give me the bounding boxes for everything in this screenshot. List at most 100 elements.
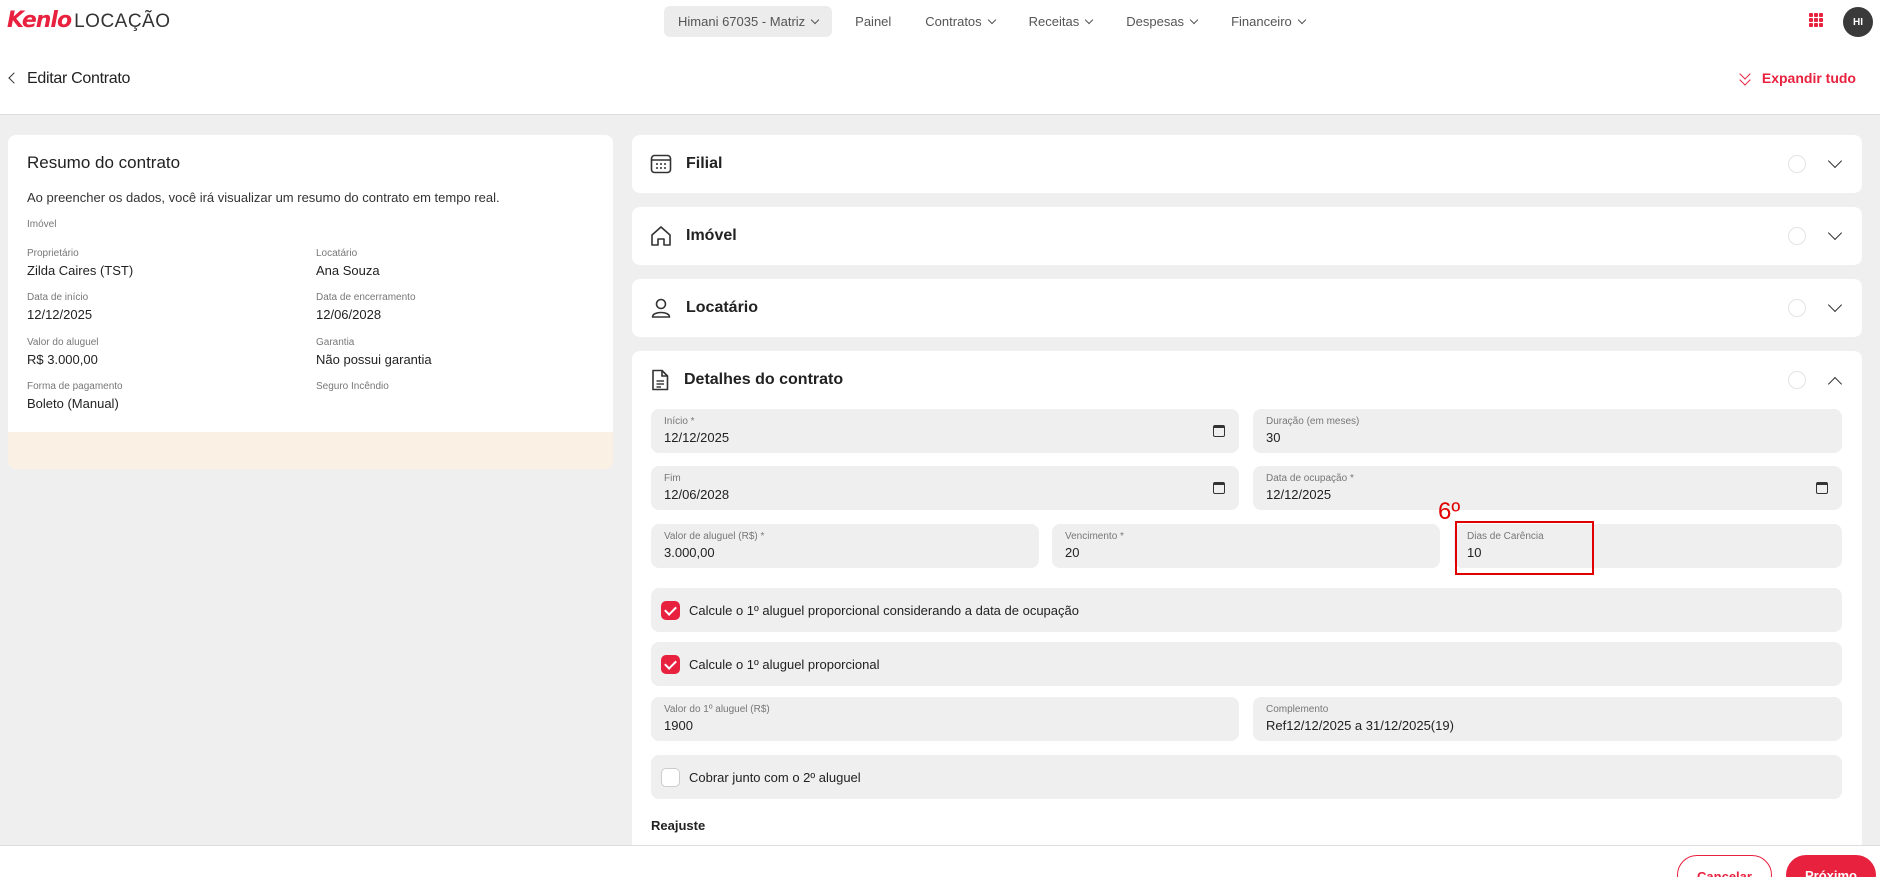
checkbox-checked[interactable]	[661, 654, 680, 674]
bottom-action-bar: Cancelar Próximo	[0, 845, 1880, 877]
annotation-highlight-box	[1455, 521, 1594, 575]
nav-label: Receitas	[1028, 14, 1080, 29]
field-value: Não possui garantia	[316, 352, 432, 367]
cancel-button[interactable]: Cancelar	[1677, 855, 1772, 877]
section-header: Imóvel	[650, 207, 737, 265]
field-label: Valor do aluguel	[27, 337, 99, 348]
field-label: Complemento	[1266, 704, 1329, 715]
field-label: Data de início	[27, 292, 89, 303]
due-day-field[interactable]: Vencimento * 20	[1052, 524, 1440, 568]
contract-summary-card: Resumo do contrato Ao preencher os dados…	[8, 135, 613, 469]
field-value: 12/06/2028	[316, 307, 382, 322]
field-label: Garantia	[316, 337, 355, 348]
expand-all-button[interactable]: Expandir tudo	[1738, 68, 1856, 86]
prorate-occupation-checkbox-row[interactable]: Calcule o 1º aluguel proporcional consid…	[651, 588, 1842, 632]
chevron-down-icon[interactable]	[1827, 153, 1843, 169]
calendar-grid-icon	[650, 154, 672, 174]
branch-label: Himani 67035 - Matriz	[678, 14, 806, 29]
summary-section-label: Imóvel	[27, 219, 57, 230]
calendar-icon[interactable]	[1213, 482, 1225, 494]
expand-all-label: Expandir tudo	[1761, 70, 1856, 86]
field-label: Vencimento *	[1065, 531, 1124, 542]
complement-field[interactable]: Complemento Ref12/12/2025 a 31/12/2025(1…	[1253, 697, 1842, 741]
checkbox-checked[interactable]	[661, 600, 680, 620]
calendar-icon[interactable]	[1816, 482, 1828, 494]
rent-value-field[interactable]: Valor de aluguel (R$) * 3.000,00	[651, 524, 1039, 568]
field-label: Fim	[664, 473, 681, 484]
field-label: Seguro Incêndio	[316, 381, 389, 392]
status-circle-icon	[1788, 227, 1806, 245]
checkbox-label: Cobrar junto com o 2º aluguel	[689, 769, 861, 785]
first-rent-value-field[interactable]: Valor do 1º aluguel (R$) 1900	[651, 697, 1239, 741]
field-value: 12/12/2025	[1266, 487, 1332, 502]
section-title: Locatário	[686, 299, 759, 316]
nav-label: Painel	[855, 14, 892, 29]
summary-payment: Forma de pagamento Boleto (Manual)	[27, 381, 123, 411]
field-label: Locatário	[316, 248, 358, 259]
summary-start-date: Data de início 12/12/2025	[27, 292, 92, 322]
nav-item-receitas[interactable]: Receitas	[1012, 6, 1110, 37]
checkbox-unchecked[interactable]	[661, 767, 680, 787]
chevron-down-icon	[987, 15, 996, 24]
user-icon	[651, 298, 671, 318]
back-arrow-icon[interactable]	[8, 72, 20, 84]
chevron-down-icon[interactable]	[1827, 297, 1843, 313]
field-label: Valor de aluguel (R$) *	[664, 531, 765, 542]
field-label: Data de encerramento	[316, 292, 416, 303]
occupation-date-field[interactable]: Data de ocupação * 12/12/2025	[1253, 466, 1842, 510]
logo[interactable]: Kenlo LOCAÇÃO	[7, 8, 171, 33]
prorate-first-rent-checkbox-row[interactable]: Calcule o 1º aluguel proporcional	[651, 642, 1842, 686]
section-header[interactable]: Detalhes do contrato	[650, 351, 843, 409]
brand-name: Kenlo	[7, 8, 72, 33]
field-label: Data de ocupação *	[1266, 473, 1354, 484]
section-header: Filial	[650, 135, 722, 193]
nav-item-financeiro[interactable]: Financeiro	[1214, 6, 1322, 37]
nav-item-painel[interactable]: Painel	[838, 6, 908, 37]
chevron-up-icon[interactable]	[1827, 376, 1843, 392]
summary-rent: Valor do aluguel R$ 3.000,00	[27, 337, 99, 367]
field-value: 12/12/2025	[664, 430, 730, 445]
summary-end-date: Data de encerramento 12/06/2028	[316, 292, 416, 322]
checkbox-label: Calcule o 1º aluguel proporcional consid…	[689, 602, 1079, 618]
next-button[interactable]: Próximo	[1786, 855, 1876, 877]
product-name: LOCAÇÃO	[74, 11, 171, 32]
summary-guarantee: Garantia Não possui garantia	[316, 337, 432, 367]
field-value: 20	[1065, 545, 1080, 560]
field-value: 30	[1266, 430, 1281, 445]
calendar-icon[interactable]	[1213, 425, 1225, 437]
avatar[interactable]: HI	[1843, 7, 1873, 37]
field-value: Ref12/12/2025 a 31/12/2025(19)	[1266, 718, 1454, 733]
nav-label: Contratos	[925, 14, 982, 29]
section-imovel[interactable]: Imóvel	[632, 207, 1862, 265]
chevron-down-icon[interactable]	[1827, 225, 1843, 241]
nav-label: Financeiro	[1231, 14, 1292, 29]
home-icon	[651, 226, 671, 246]
nav-item-contratos[interactable]: Contratos	[908, 6, 1011, 37]
nav-item-despesas[interactable]: Despesas	[1109, 6, 1214, 37]
field-value: Ana Souza	[316, 263, 380, 278]
chevron-down-icon	[810, 15, 820, 24]
section-title: Filial	[686, 155, 723, 172]
field-value: 12/12/2025	[27, 307, 93, 322]
chevron-down-icon	[1297, 15, 1307, 24]
field-value: R$ 3.000,00	[27, 352, 98, 367]
field-label: Valor do 1º aluguel (R$)	[664, 704, 770, 715]
apps-grid-icon[interactable]	[1809, 13, 1823, 27]
duration-field[interactable]: Duração (em meses) 30	[1253, 409, 1842, 453]
section-title: Imóvel	[686, 227, 737, 244]
section-locatario[interactable]: Locatário	[632, 279, 1862, 337]
section-title: Detalhes do contrato	[684, 371, 844, 388]
end-date-field[interactable]: Fim 12/06/2028	[651, 466, 1239, 510]
nav-label: Despesas	[1126, 14, 1185, 29]
section-filial[interactable]: Filial	[632, 135, 1862, 193]
field-label: Proprietário	[27, 248, 79, 259]
double-chevron-down-icon	[1738, 68, 1752, 86]
chevron-down-icon	[1085, 15, 1094, 24]
start-date-field[interactable]: Início * 12/12/2025	[651, 409, 1239, 453]
branch-selector[interactable]: Himani 67035 - Matriz	[664, 6, 833, 37]
status-circle-icon	[1788, 299, 1806, 317]
page-header: Editar Contrato Expandir tudo	[0, 43, 1880, 115]
reajuste-heading: Reajuste	[651, 818, 706, 833]
charge-with-second-rent-checkbox-row[interactable]: Cobrar junto com o 2º aluguel	[651, 755, 1842, 799]
summary-tenant: Locatário Ana Souza	[316, 248, 380, 278]
